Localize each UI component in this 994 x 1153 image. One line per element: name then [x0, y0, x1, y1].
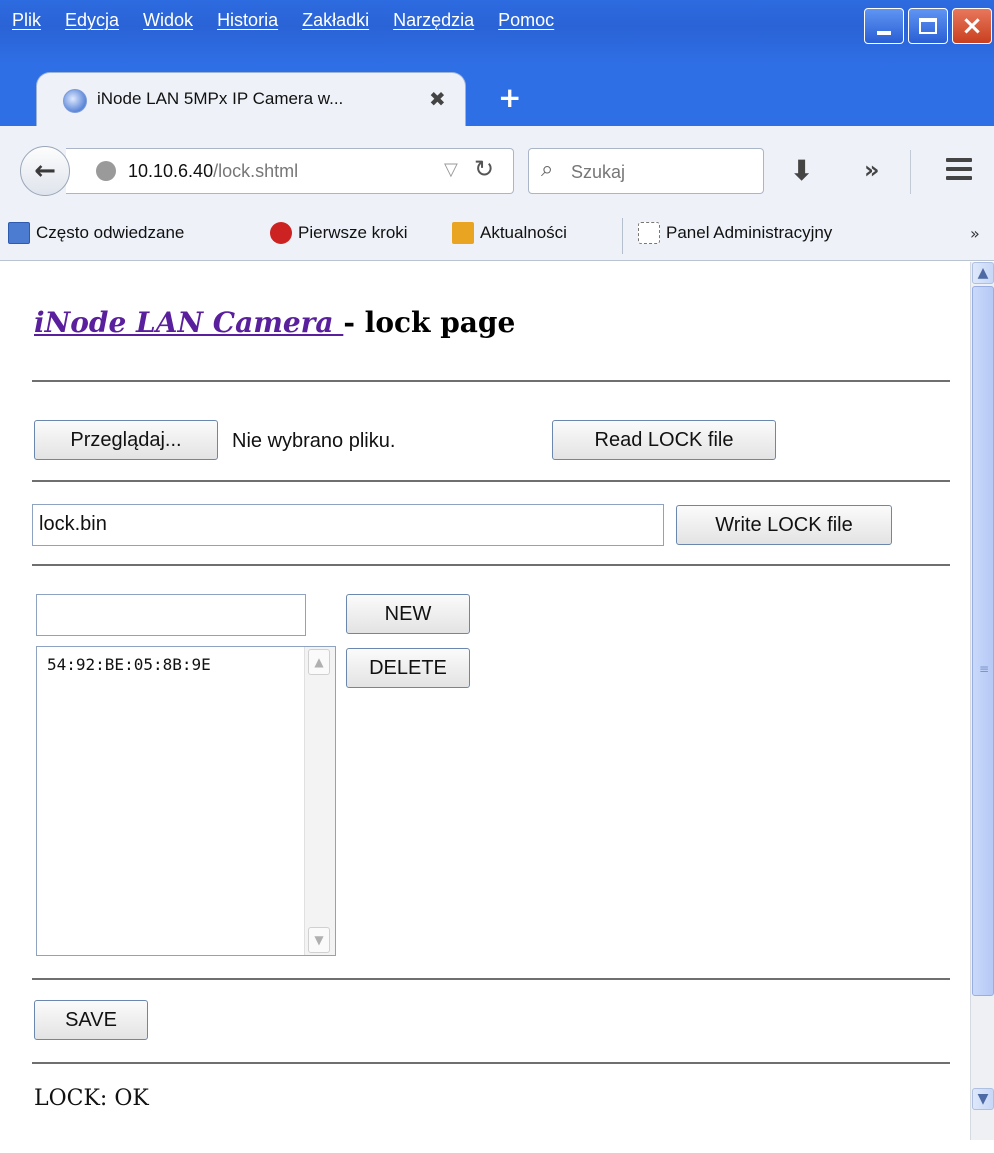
tab-active[interactable]: iNode LAN 5MPx IP Camera w... ✖: [36, 72, 466, 128]
menu-hamburger-icon[interactable]: [946, 158, 972, 185]
window-controls: ×: [864, 8, 992, 44]
url-dropdown-icon[interactable]: ▽: [444, 159, 458, 180]
search-input[interactable]: ⌕ Szukaj: [528, 148, 764, 194]
page-title-suffix: - lock page: [343, 306, 516, 339]
lock-filename-input[interactable]: lock.bin: [32, 504, 664, 546]
bookmarks-separator: [622, 218, 623, 254]
menu-edycja[interactable]: Edycja: [65, 10, 119, 31]
url-text: 10.10.6.40/lock.shtml: [128, 161, 298, 182]
divider: [32, 1062, 950, 1064]
no-file-label: Nie wybrano pliku.: [232, 430, 396, 452]
read-lock-file-button[interactable]: Read LOCK file: [552, 420, 776, 460]
scrollbar-thumb[interactable]: ≡: [972, 286, 994, 996]
mozilla-icon: [270, 222, 292, 244]
bookmark-czesto-odwiedzane[interactable]: Często odwiedzane: [8, 222, 184, 244]
page-title: iNode LAN Camera - lock page: [34, 306, 515, 339]
scroll-up-icon[interactable]: ▲: [972, 262, 994, 284]
new-button[interactable]: NEW: [346, 594, 470, 634]
write-lock-file-button[interactable]: Write LOCK file: [676, 505, 892, 545]
maximize-icon: [919, 18, 937, 34]
browse-file-button[interactable]: Przeglądaj...: [34, 420, 218, 460]
back-button[interactable]: ←: [20, 146, 70, 196]
bookmarks-overflow-button[interactable]: »: [970, 224, 980, 243]
scroll-up-icon[interactable]: ▲: [308, 649, 330, 675]
menu-historia[interactable]: Historia: [217, 10, 278, 31]
page-scrollbar[interactable]: ▲ ≡ ▼: [970, 262, 994, 1140]
download-icon[interactable]: ⬇: [790, 154, 813, 187]
new-tab-button[interactable]: +: [498, 84, 521, 112]
bookmark-aktualnosci[interactable]: Aktualności: [452, 222, 567, 244]
toolbar-separator: [910, 150, 911, 194]
search-placeholder: Szukaj: [571, 162, 626, 182]
list-item[interactable]: 54:92:BE:05:8B:9E: [47, 655, 211, 674]
navigation-bar: 10.10.6.40/lock.shtml ▽ ↻ ← ⌕ Szukaj ⬇ »: [0, 126, 994, 211]
menu-zakladki[interactable]: Zakładki: [302, 10, 369, 31]
divider: [32, 564, 950, 566]
url-bar[interactable]: 10.10.6.40/lock.shtml ▽ ↻: [66, 148, 514, 194]
close-icon: ×: [961, 11, 983, 41]
scroll-down-icon[interactable]: ▼: [972, 1088, 994, 1110]
divider: [32, 480, 950, 482]
search-icon: ⌕: [541, 157, 554, 182]
bookmark-label: Pierwsze kroki: [298, 223, 408, 242]
bookmark-label: Często odwiedzane: [36, 223, 185, 242]
mac-address-list[interactable]: 54:92:BE:05:8B:9E ▲ ▼: [36, 646, 336, 956]
tab-close-icon[interactable]: ✖: [429, 87, 446, 111]
menu-widok[interactable]: Widok: [143, 10, 193, 31]
site-identity-icon[interactable]: [96, 161, 116, 181]
bookmark-pierwsze-kroki[interactable]: Pierwsze kroki: [270, 222, 408, 244]
rss-icon: [452, 222, 474, 244]
bookmark-panel-administracyjny[interactable]: Panel Administracyjny: [638, 222, 832, 244]
folder-icon: [8, 222, 30, 244]
maximize-button[interactable]: [908, 8, 948, 44]
bookmark-label: Panel Administracyjny: [666, 223, 833, 242]
divider: [32, 978, 950, 980]
minimize-icon: [877, 31, 891, 35]
page-content: iNode LAN Camera - lock page Przeglądaj.…: [0, 262, 968, 1153]
new-mac-input[interactable]: [36, 594, 306, 636]
reload-icon[interactable]: ↻: [474, 155, 494, 183]
back-arrow-icon: ←: [34, 156, 56, 186]
window-titlebar: Plik Edycja Widok Historia Zakładki Narz…: [0, 0, 994, 66]
toolbar-overflow-button[interactable]: »: [864, 156, 880, 184]
list-scrollbar[interactable]: ▲ ▼: [304, 647, 335, 955]
globe-favicon-icon: [63, 89, 87, 113]
menu-pomoc[interactable]: Pomoc: [498, 10, 554, 31]
scroll-down-icon[interactable]: ▼: [308, 927, 330, 953]
status-text: LOCK: OK: [34, 1086, 149, 1111]
url-path: /lock.shtml: [213, 161, 299, 181]
url-host: 10.10.6.40: [128, 161, 214, 181]
delete-button[interactable]: DELETE: [346, 648, 470, 688]
camera-home-link[interactable]: iNode LAN Camera: [34, 306, 343, 339]
tab-title: iNode LAN 5MPx IP Camera w...: [97, 89, 344, 108]
close-window-button[interactable]: ×: [952, 8, 992, 44]
minimize-button[interactable]: [864, 8, 904, 44]
bookmarks-toolbar: Często odwiedzane Pierwsze kroki Aktualn…: [0, 210, 994, 261]
save-button[interactable]: SAVE: [34, 1000, 148, 1040]
bookmark-label: Aktualności: [480, 223, 567, 242]
menu-plik[interactable]: Plik: [12, 10, 41, 31]
page-icon: [638, 222, 660, 244]
menu-narzedzia[interactable]: Narzędzia: [393, 10, 474, 31]
scroll-grip-icon: ≡: [979, 662, 990, 676]
menu-bar: Plik Edycja Widok Historia Zakładki Narz…: [12, 10, 578, 31]
divider: [32, 380, 950, 382]
